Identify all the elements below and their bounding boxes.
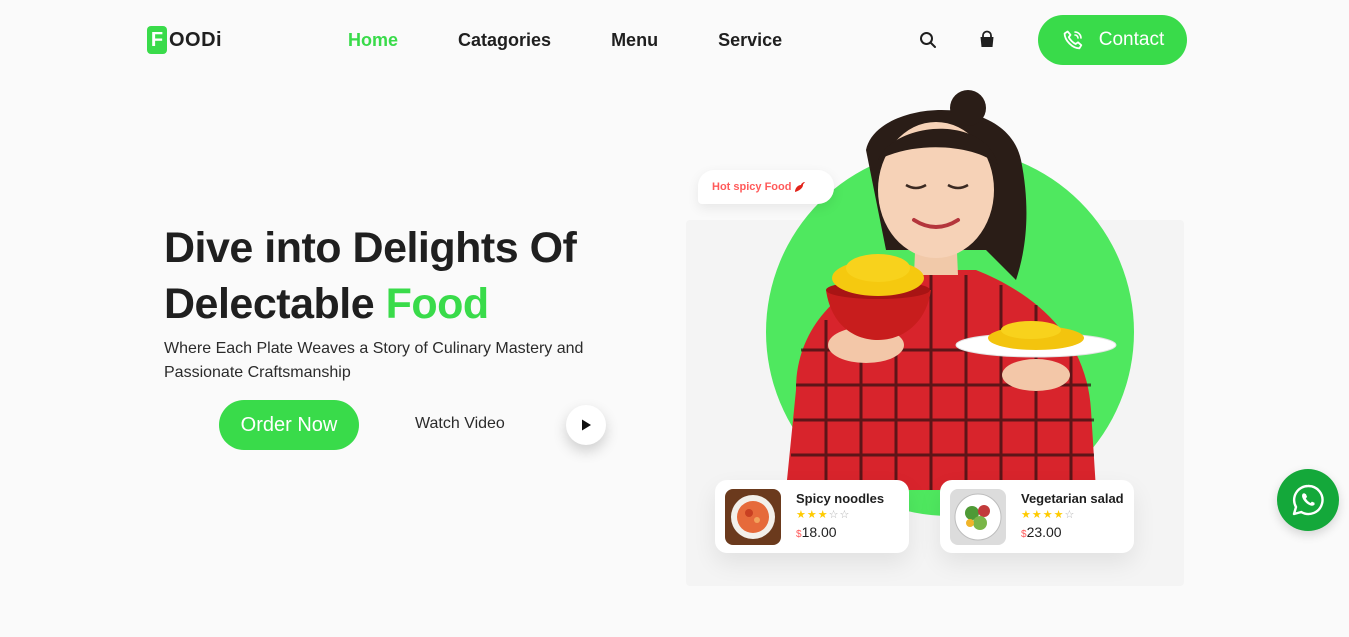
star-filled-icon: ★ [796,509,807,521]
logo[interactable]: F OODi [147,26,222,54]
price-value: 18.00 [801,524,837,540]
nav-links: Home Catagories Menu Service [348,30,782,51]
hero-title-line2: Delectable [164,280,375,328]
star-filled-icon: ★ [1042,509,1054,521]
play-icon [582,419,591,431]
order-now-button[interactable]: Order Now [219,400,359,450]
nav-link-service[interactable]: Service [718,30,782,51]
watch-video-link[interactable]: Watch Video [415,415,505,433]
logo-badge: F [147,26,167,54]
food-name: Spicy noodles [796,491,885,506]
star-filled-icon: ★ [817,509,829,521]
nav-link-catagories[interactable]: Catagories [458,30,551,51]
hot-spicy-badge: Hot spicy Food [698,170,834,204]
chili-icon [795,182,806,192]
food-price: $18.00 [796,524,837,540]
hero-subtitle: Where Each Plate Weaves a Story of Culin… [164,340,584,381]
hero-title-line1: Dive into Delights Of [164,224,577,272]
play-video-button[interactable] [566,405,606,445]
star-rating: ★★★☆☆ [796,508,850,521]
contact-label: Contact [1098,29,1165,50]
star-filled-icon: ★ [1031,509,1043,521]
star-filled-icon: ★ [806,509,818,521]
star-empty-icon: ☆ [839,509,851,521]
search-icon[interactable] [918,30,938,50]
food-name: Vegetarian salad [1021,491,1124,506]
food-thumbnail [725,489,781,545]
star-rating: ★★★★☆ [1021,508,1075,521]
food-card[interactable]: Vegetarian salad ★★★★☆ $23.00 [940,480,1134,553]
shopping-bag-icon[interactable] [977,30,997,50]
hot-spicy-label: Hot spicy Food [712,181,792,193]
price-value: 23.00 [1026,524,1062,540]
food-card[interactable]: Spicy noodles ★★★☆☆ $18.00 [715,480,909,553]
nav-link-menu[interactable]: Menu [611,30,658,51]
contact-button[interactable]: Contact [1038,15,1187,65]
star-empty-icon: ☆ [1064,509,1076,521]
navbar: F OODi Home Catagories Menu Service Cont… [0,0,1349,80]
phone-icon [1063,30,1082,50]
nav-link-home[interactable]: Home [348,30,398,51]
star-empty-icon: ☆ [828,509,840,521]
hero-title-accent: Food [385,280,490,328]
hero-title: Dive into Delights Of Delectable Food [164,220,644,332]
whatsapp-button[interactable] [1277,469,1339,531]
logo-text: OODi [169,28,223,51]
food-thumbnail [950,489,1006,545]
food-price: $23.00 [1021,524,1062,540]
hero-illustration [766,90,1134,516]
whatsapp-icon [1292,484,1324,516]
star-filled-icon: ★ [1053,509,1065,521]
star-filled-icon: ★ [1021,509,1032,521]
